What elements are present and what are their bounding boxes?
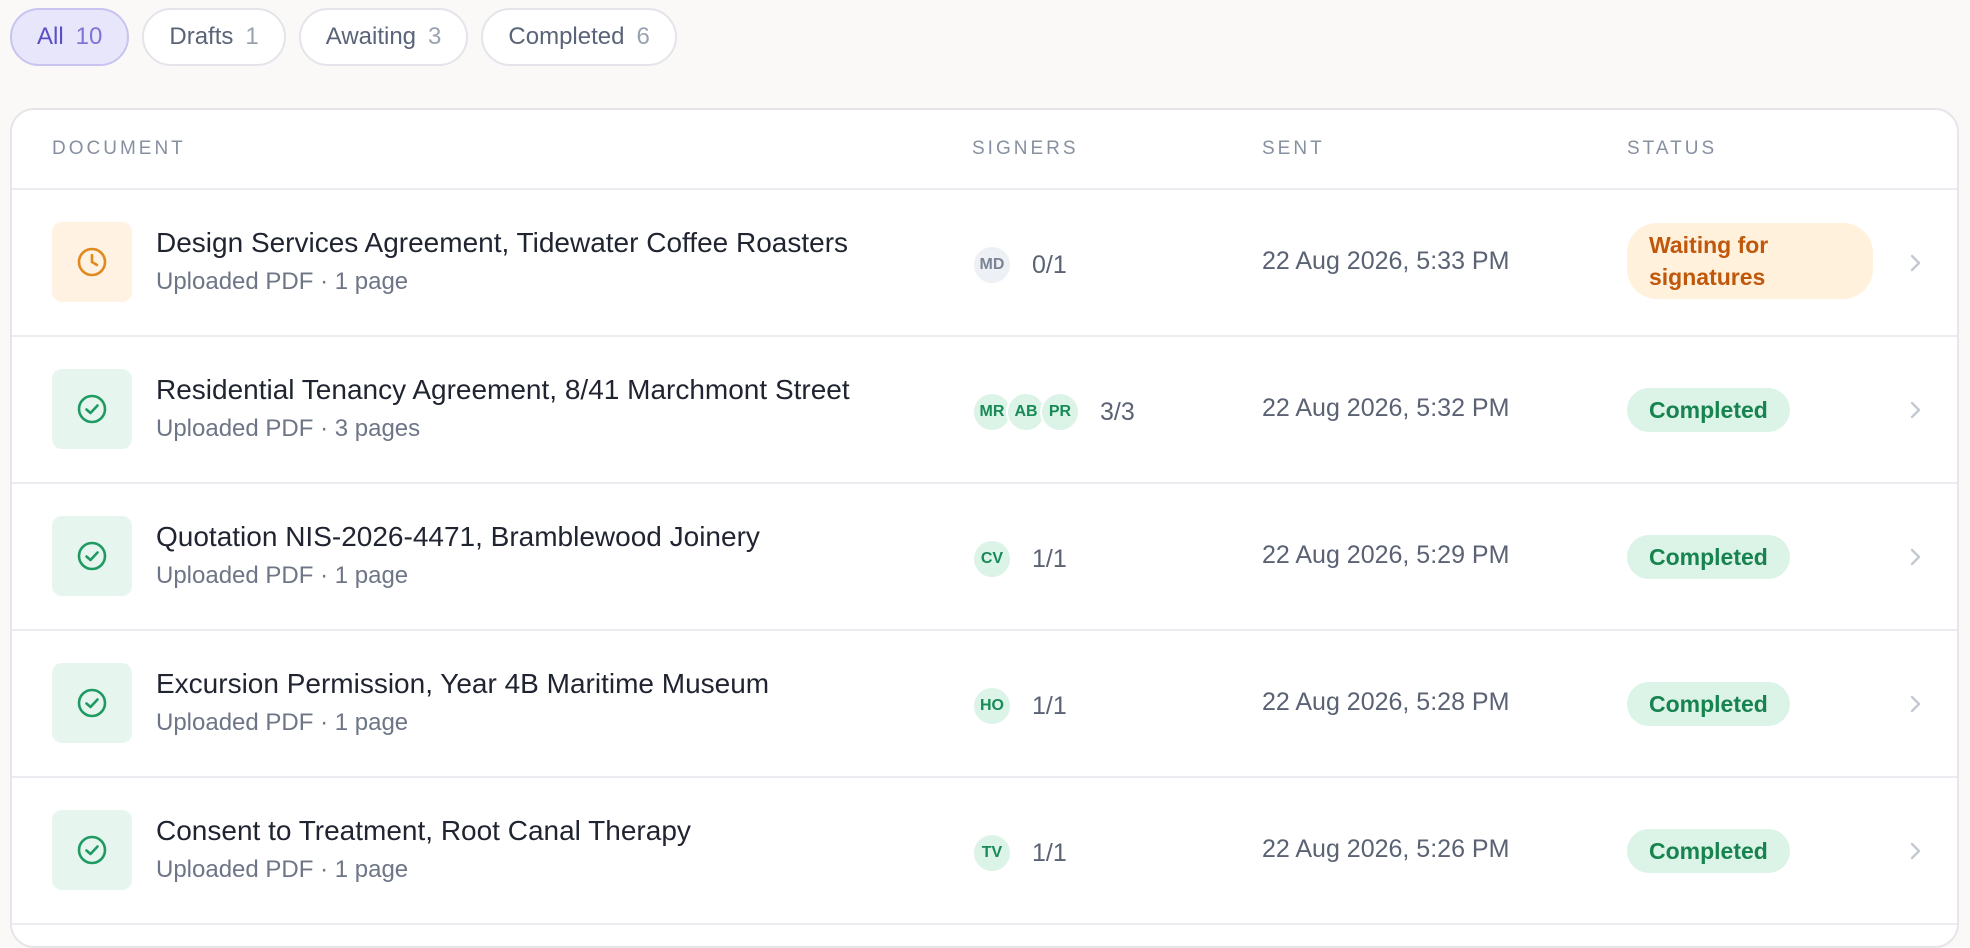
status-badge: Completed (1627, 535, 1790, 579)
document-meta: Uploaded PDF · 1 page (156, 268, 409, 295)
sent-date: 22 Aug 2026, 5:29 PM (1262, 541, 1510, 569)
document-meta: Uploaded PDF · 1 page (156, 856, 409, 883)
column-header-signers: SIGNERS (972, 138, 1079, 159)
check-circle-icon (52, 369, 132, 449)
filter-label: Drafts (169, 23, 234, 50)
signers-cell: TV 1/1 (972, 833, 1067, 873)
document-title: Excursion Permission, Year 4B Maritime M… (156, 668, 770, 699)
filter-completed[interactable]: Completed 6 (481, 8, 677, 66)
sent-date: 22 Aug 2026, 5:32 PM (1262, 394, 1510, 422)
table-row[interactable]: Quotation NIS-2026-4471, Bramblewood Joi… (12, 484, 1957, 631)
avatar: TV (972, 833, 1012, 873)
signed-count: 1/1 (1032, 544, 1067, 573)
chevron-right-icon (1910, 842, 1921, 860)
document-title: Quotation NIS-2026-4471, Bramblewood Joi… (156, 521, 760, 552)
clock-icon (52, 222, 132, 302)
check-circle-icon (52, 663, 132, 743)
document-title: Residential Tenancy Agreement, 8/41 Marc… (156, 374, 850, 405)
document-title: Consent to Treatment, Root Canal Therapy (156, 815, 691, 846)
status-badge: Completed (1627, 388, 1790, 432)
signers-cell: MR AB PR 3/3 (972, 392, 1135, 432)
filter-bar: All 10 Drafts 1 Awaiting 3 Completed 6 (10, 8, 677, 66)
avatar: MD (972, 245, 1012, 285)
signed-count: 3/3 (1100, 397, 1135, 426)
chevron-right-icon (1910, 401, 1921, 419)
filter-count: 1 (245, 23, 259, 50)
chevron-right-icon (1910, 695, 1921, 713)
table-row[interactable]: Residential Tenancy Agreement, 8/41 Marc… (12, 337, 1957, 484)
document-meta: Uploaded PDF · 1 page (156, 562, 409, 589)
chevron-right-icon (1910, 254, 1921, 272)
avatar: HO (972, 686, 1012, 726)
filter-all[interactable]: All 10 (10, 8, 130, 66)
filter-count: 6 (636, 23, 650, 50)
document-meta: Uploaded PDF · 1 page (156, 709, 409, 736)
filter-label: All (37, 23, 64, 50)
signed-count: 1/1 (1032, 691, 1067, 720)
table-row[interactable]: Consent to Treatment, Root Canal Therapy… (12, 778, 1957, 925)
avatar: PR (1040, 392, 1080, 432)
status-badge: Completed (1627, 829, 1790, 873)
signers-cell: MD 0/1 (972, 245, 1067, 285)
column-header-document: DOCUMENT (52, 138, 186, 159)
status-badge: Waiting for signatures (1627, 223, 1873, 299)
signed-count: 0/1 (1032, 250, 1067, 279)
column-header-status: STATUS (1627, 138, 1718, 159)
status-badge: Completed (1627, 682, 1790, 726)
avatar: CV (972, 539, 1012, 579)
filter-count: 3 (428, 23, 442, 50)
signers-cell: HO 1/1 (972, 686, 1067, 726)
signers-cell: CV 1/1 (972, 539, 1067, 579)
table-row[interactable]: Excursion Permission, Year 4B Maritime M… (12, 631, 1957, 778)
check-circle-icon (52, 516, 132, 596)
sent-date: 22 Aug 2026, 5:26 PM (1262, 835, 1510, 863)
document-title: Design Services Agreement, Tidewater Cof… (156, 227, 849, 258)
sent-date: 22 Aug 2026, 5:33 PM (1262, 247, 1510, 275)
filter-drafts[interactable]: Drafts 1 (142, 8, 286, 66)
filter-label: Completed (508, 23, 625, 50)
column-header-sent: SENT (1262, 138, 1325, 159)
filter-count: 10 (75, 23, 103, 50)
document-meta: Uploaded PDF · 3 pages (156, 415, 421, 442)
chevron-right-icon (1910, 548, 1921, 566)
filter-awaiting[interactable]: Awaiting 3 (298, 8, 469, 66)
table-row[interactable]: Design Services Agreement, Tidewater Cof… (12, 190, 1957, 337)
documents-table: DOCUMENT SIGNERS SENT STATUS Design Serv… (10, 108, 1959, 948)
signed-count: 1/1 (1032, 838, 1067, 867)
table-header: DOCUMENT SIGNERS SENT STATUS (12, 110, 1957, 190)
check-circle-icon (52, 810, 132, 890)
filter-label: Awaiting (325, 23, 417, 50)
sent-date: 22 Aug 2026, 5:28 PM (1262, 688, 1510, 716)
